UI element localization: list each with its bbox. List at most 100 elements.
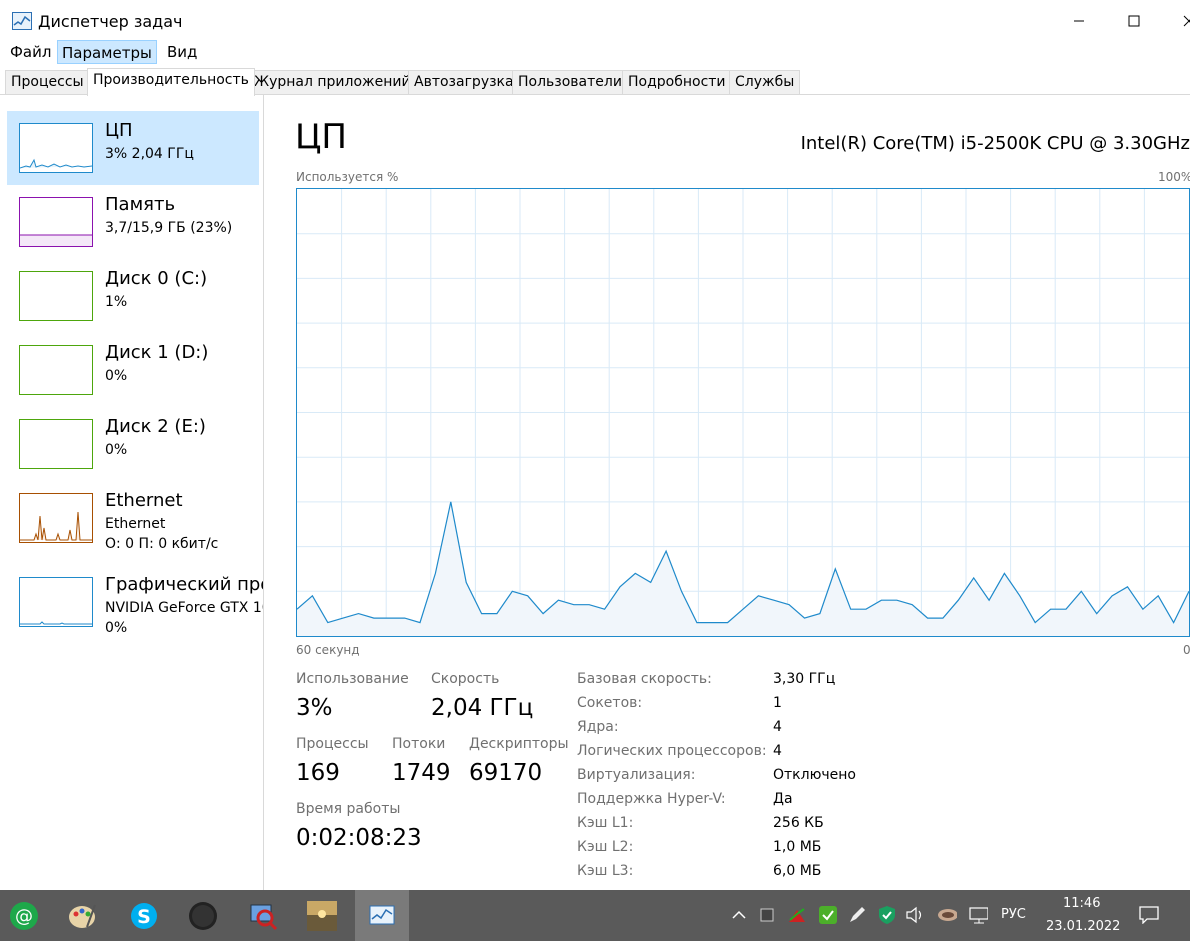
sidebar-item-gpu[interactable]: Графический процессор 0 NVIDIA GeForce G… xyxy=(7,565,263,639)
task-manager-app-icon xyxy=(12,12,32,30)
obs-icon[interactable] xyxy=(187,900,219,932)
webcam-app-icon[interactable] xyxy=(937,905,957,925)
menu-bar: Файл Параметры Вид xyxy=(0,40,1190,64)
info-label: Логических процессоров: xyxy=(577,743,767,759)
sidebar-item-subtitle: 3% 2,04 ГГц xyxy=(105,146,194,162)
speed-stat-label: Скорость xyxy=(431,671,500,687)
processes-stat-label: Процессы xyxy=(296,736,369,752)
network-speed-icon[interactable] xyxy=(787,905,807,925)
info-label: Кэш L3: xyxy=(577,863,634,879)
language-indicator[interactable]: РУС xyxy=(1001,907,1026,922)
handles-stat-value: 69170 xyxy=(469,760,543,786)
paint-icon[interactable] xyxy=(66,900,98,932)
info-value: Отключено xyxy=(773,767,856,783)
close-button[interactable] xyxy=(1166,8,1190,34)
sidebar-item-disk2[interactable]: Диск 2 (E:) 0% xyxy=(7,407,259,481)
sidebar-item-subtitle: NVIDIA GeForce GTX 1050 Ti xyxy=(105,600,263,616)
svg-text:@: @ xyxy=(15,906,33,927)
info-label: Ядра: xyxy=(577,719,619,735)
sidebar-item-ethernet[interactable]: Ethernet Ethernet О: 0 П: 0 кбит/с xyxy=(7,481,259,555)
info-value: 6,0 МБ xyxy=(773,863,822,879)
mail-icon[interactable]: @ xyxy=(8,900,40,932)
sidebar-item-title: Графический процессор 0 xyxy=(105,574,263,595)
tab-app-history[interactable]: Журнал приложений xyxy=(248,70,417,94)
info-value: 3,30 ГГц xyxy=(773,671,836,687)
sidebar-item-title: Диск 1 (D:) xyxy=(105,342,209,363)
info-label: Виртуализация: xyxy=(577,767,696,783)
resource-sidebar: ЦП 3% 2,04 ГГц Память 3,7/15,9 ГБ (23%) … xyxy=(0,95,264,890)
clock-time[interactable]: 11:46 xyxy=(1063,896,1100,911)
chevron-up-icon[interactable] xyxy=(729,905,749,925)
tab-startup[interactable]: Автозагрузка xyxy=(408,70,520,94)
sidebar-item-subtitle: 0% xyxy=(105,368,128,384)
cpu-usage-chart xyxy=(296,189,1190,636)
sidebar-item-disk0[interactable]: Диск 0 (C:) 1% xyxy=(7,259,259,333)
info-label: Кэш L2: xyxy=(577,839,634,855)
info-value: 1 xyxy=(773,695,782,711)
info-label: Кэш L1: xyxy=(577,815,634,831)
sidebar-item-subtitle2: О: 0 П: 0 кбит/с xyxy=(105,536,219,552)
speed-stat-value: 2,04 ГГц xyxy=(431,695,534,721)
sidebar-item-subtitle: 3,7/15,9 ГБ (23%) xyxy=(105,220,233,236)
pen-icon[interactable] xyxy=(847,905,867,925)
photo-icon[interactable] xyxy=(306,900,338,932)
clock-date[interactable]: 23.01.2022 xyxy=(1046,919,1120,934)
sidebar-item-title: ЦП xyxy=(105,120,133,141)
sidebar-item-title: Ethernet xyxy=(105,490,183,511)
info-label: Поддержка Hyper-V: xyxy=(577,791,726,807)
tab-users[interactable]: Пользователи xyxy=(512,70,628,94)
sidebar-item-memory[interactable]: Память 3,7/15,9 ГБ (23%) xyxy=(7,185,259,259)
sidebar-item-title: Диск 2 (E:) xyxy=(105,416,206,437)
tab-bar: Процессы Производительность Журнал прило… xyxy=(0,68,1190,96)
svg-text:S: S xyxy=(137,906,151,928)
notification-icon[interactable] xyxy=(1139,905,1159,925)
info-label: Сокетов: xyxy=(577,695,643,711)
memory-thumbnail xyxy=(19,197,93,247)
tab-details[interactable]: Подробности xyxy=(622,70,732,94)
info-value: 256 КБ xyxy=(773,815,824,831)
handles-stat-label: Дескрипторы xyxy=(469,736,569,752)
sidebar-item-subtitle2: 0% xyxy=(105,620,128,636)
processes-stat-value: 169 xyxy=(296,760,340,786)
disk0-thumbnail xyxy=(19,271,93,321)
menu-file[interactable]: Файл xyxy=(6,40,55,64)
usage-stat-value: 3% xyxy=(296,695,333,721)
shield-icon[interactable] xyxy=(877,905,897,925)
window-title: Диспетчер задач xyxy=(38,12,183,31)
menu-view[interactable]: Вид xyxy=(163,40,201,64)
magnifier-icon[interactable] xyxy=(247,900,279,932)
uptime-stat-value: 0:02:08:23 xyxy=(296,825,422,851)
zero-axis-label: 0 xyxy=(1183,643,1190,657)
usage-axis-label: Используется % xyxy=(296,170,399,184)
time-axis-label: 60 секунд xyxy=(296,643,360,657)
sidebar-item-title: Диск 0 (C:) xyxy=(105,268,208,289)
gpu-thumbnail xyxy=(19,577,93,627)
uptime-stat-label: Время работы xyxy=(296,801,401,817)
info-value: 1,0 МБ xyxy=(773,839,822,855)
info-value: 4 xyxy=(773,719,782,735)
sidebar-item-cpu[interactable]: ЦП 3% 2,04 ГГц xyxy=(7,111,259,185)
cpu-model-name: Intel(R) Core(TM) i5-2500K CPU @ 3.30GHz xyxy=(800,133,1190,154)
disk1-thumbnail xyxy=(19,345,93,395)
tab-processes[interactable]: Процессы xyxy=(5,70,90,94)
info-value: Да xyxy=(773,791,793,807)
maximize-button[interactable] xyxy=(1111,8,1157,34)
sidebar-item-disk1[interactable]: Диск 1 (D:) 0% xyxy=(7,333,259,407)
volume-icon[interactable] xyxy=(905,905,925,925)
threads-stat-label: Потоки xyxy=(392,736,446,752)
task-manager-icon[interactable] xyxy=(366,900,398,932)
network-monitor-icon[interactable] xyxy=(968,905,988,925)
usage-stat-label: Использование xyxy=(296,671,409,687)
tray-app-icon[interactable] xyxy=(757,905,777,925)
tab-services[interactable]: Службы xyxy=(729,70,801,94)
minimize-button[interactable] xyxy=(1056,8,1102,34)
tab-performance[interactable]: Производительность xyxy=(87,68,255,96)
info-label: Базовая скорость: xyxy=(577,671,712,687)
taskbar: @ S РУС 11:46 23.01.2022 xyxy=(0,890,1190,941)
cpu-heading: ЦП xyxy=(295,117,347,157)
security-check-icon[interactable] xyxy=(818,905,838,925)
threads-stat-value: 1749 xyxy=(392,760,451,786)
sidebar-item-subtitle: Ethernet xyxy=(105,516,166,532)
skype-icon[interactable]: S xyxy=(128,900,160,932)
menu-options[interactable]: Параметры xyxy=(57,40,157,64)
